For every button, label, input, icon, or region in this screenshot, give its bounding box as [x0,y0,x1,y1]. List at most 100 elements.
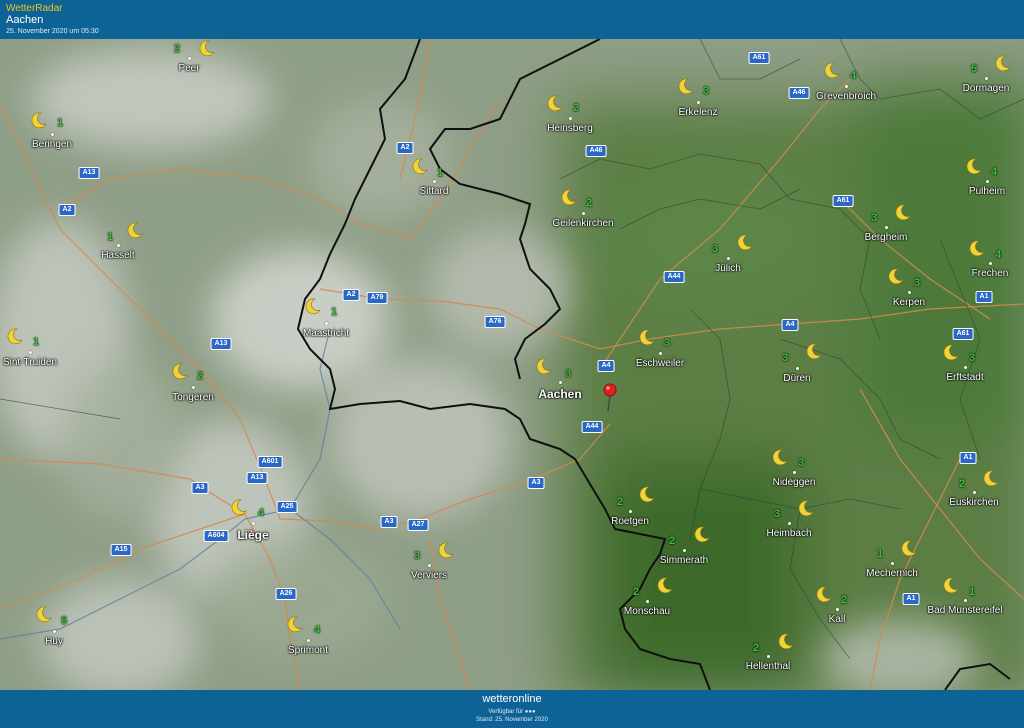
city-label-geilenkirchen[interactable]: Geilenkirchen [552,218,613,229]
city-dot [252,522,255,525]
city-label-tongeren[interactable]: Tongeren [172,392,214,403]
road-shield: A1 [975,291,993,303]
moon-icon [778,633,794,650]
moon-icon [172,363,188,380]
weather-value: 2 [197,370,204,382]
city-label-kerpen[interactable]: Kerpen [893,297,925,308]
available-note: Verfügbar für ●●● [488,709,536,715]
app-brand: WetterRadar [6,3,63,14]
road-shield: A79 [366,292,388,304]
weather-value: 3 [914,277,921,289]
city-dot [117,244,120,247]
city-label-julich[interactable]: Jülich [715,263,741,274]
city-label-beringen[interactable]: Beringen [32,139,72,150]
city-dot [964,599,967,602]
city-label-grevenbroich[interactable]: Grevenbroich [816,91,876,102]
city-label-sittard[interactable]: Sittard [420,186,449,197]
city-dot [727,257,730,260]
weather-value: 3 [782,352,789,364]
city-dot [559,381,562,384]
road-shield: A26 [275,588,297,600]
moon-icon [943,577,959,594]
city-dot [29,351,32,354]
city-label-heimbach[interactable]: Heimbach [766,528,811,539]
city-label-hasselt[interactable]: Hasselt [101,250,134,261]
city-label-erkelenz[interactable]: Erkelenz [679,107,718,118]
road-shield: A2 [342,289,360,301]
weather-value: 1 [33,336,40,348]
city-label-sprimont[interactable]: Sprimont [288,645,328,656]
weather-value: 4 [991,166,998,178]
city-label-nideggen[interactable]: Nideggen [773,477,816,488]
moon-icon [657,577,673,594]
city-label-verviers[interactable]: Verviers [411,570,447,581]
city-label-frechen[interactable]: Frechen [972,268,1009,279]
city-dot [188,57,191,60]
moon-icon [983,470,999,487]
weather-value: 3 [703,85,710,97]
city-label-erftstadt[interactable]: Erftstadt [946,372,983,383]
weather-value: 2 [753,642,760,654]
city-label-simmerath[interactable]: Simmerath [660,555,708,566]
city-label-bergheim[interactable]: Bergheim [865,232,908,243]
road-shield: A3 [191,482,209,494]
road-shield: A1 [959,452,977,464]
city-label-maastricht[interactable]: Maastricht [303,328,349,339]
city-label-monschau[interactable]: Monschau [624,606,670,617]
road-shield: A76 [484,316,506,328]
city-dot [767,655,770,658]
road-shield: A3 [527,477,545,489]
city-dot [986,180,989,183]
city-label-roetgen[interactable]: Roetgen [611,516,649,527]
road-shield: A1 [902,593,920,605]
city-dot [989,262,992,265]
moon-icon [969,240,985,257]
city-label-liege[interactable]: Liège [237,528,268,542]
moon-icon [639,329,655,346]
city-label-peer[interactable]: Peer [178,63,199,74]
city-label-bad-munstereifel[interactable]: Bad Munstereifel [927,605,1002,616]
weather-value: 2 [669,535,676,547]
weather-value: 5 [971,63,978,75]
city-dot [646,600,649,603]
moon-icon [561,189,577,206]
city-label-hellenthal[interactable]: Hellenthal [746,661,790,672]
moon-icon [966,158,982,175]
road-shield: A15 [110,544,132,556]
location-pin-icon[interactable] [603,383,617,413]
wetteronline-logo[interactable]: wetteronline [0,693,1024,705]
city-label-pulheim[interactable]: Pulheim [969,186,1005,197]
city-label-aachen[interactable]: Aachen [538,387,581,401]
weather-value: 3 [664,337,671,349]
weather-value: 4 [314,624,321,636]
city-label-kall[interactable]: Kall [829,614,846,625]
stand-date: Stand: 25. November 2020 [476,717,548,723]
moon-icon [36,606,52,623]
moon-icon [287,616,303,633]
city-label-sint-truiden[interactable]: Sint-Truiden [3,357,57,368]
city-label-heinsberg[interactable]: Heinsberg [547,123,593,134]
moon-icon [678,78,694,95]
map-background [0,39,1024,690]
road-shield: A61 [832,195,854,207]
weather-value: 3 [565,368,572,380]
city-label-mechernich[interactable]: Mechernich [866,568,918,579]
moon-icon [231,499,247,516]
radar-map[interactable]: 2 Peer 1 Beringen 1 Hasselt 1 Sint-Truiden 2 Tong… [0,39,1024,690]
moon-icon [816,586,832,603]
city-label-duren[interactable]: Düren [783,373,810,384]
city-dot [885,226,888,229]
weather-value: 3 [871,212,878,224]
city-label-eschweiler[interactable]: Eschweiler [636,358,684,369]
city-dot [891,562,894,565]
weather-value: 4 [850,70,857,82]
moon-icon [798,500,814,517]
moon-icon [806,343,822,360]
timestamp: 25. November 2020 um 05:30 [6,28,99,35]
city-label-huy[interactable]: Huy [45,636,63,647]
weather-value: 2 [617,496,624,508]
city-dot [683,549,686,552]
city-dot [697,101,700,104]
city-label-euskirchen[interactable]: Euskirchen [949,497,998,508]
city-label-dormagen[interactable]: Dormagen [963,83,1010,94]
